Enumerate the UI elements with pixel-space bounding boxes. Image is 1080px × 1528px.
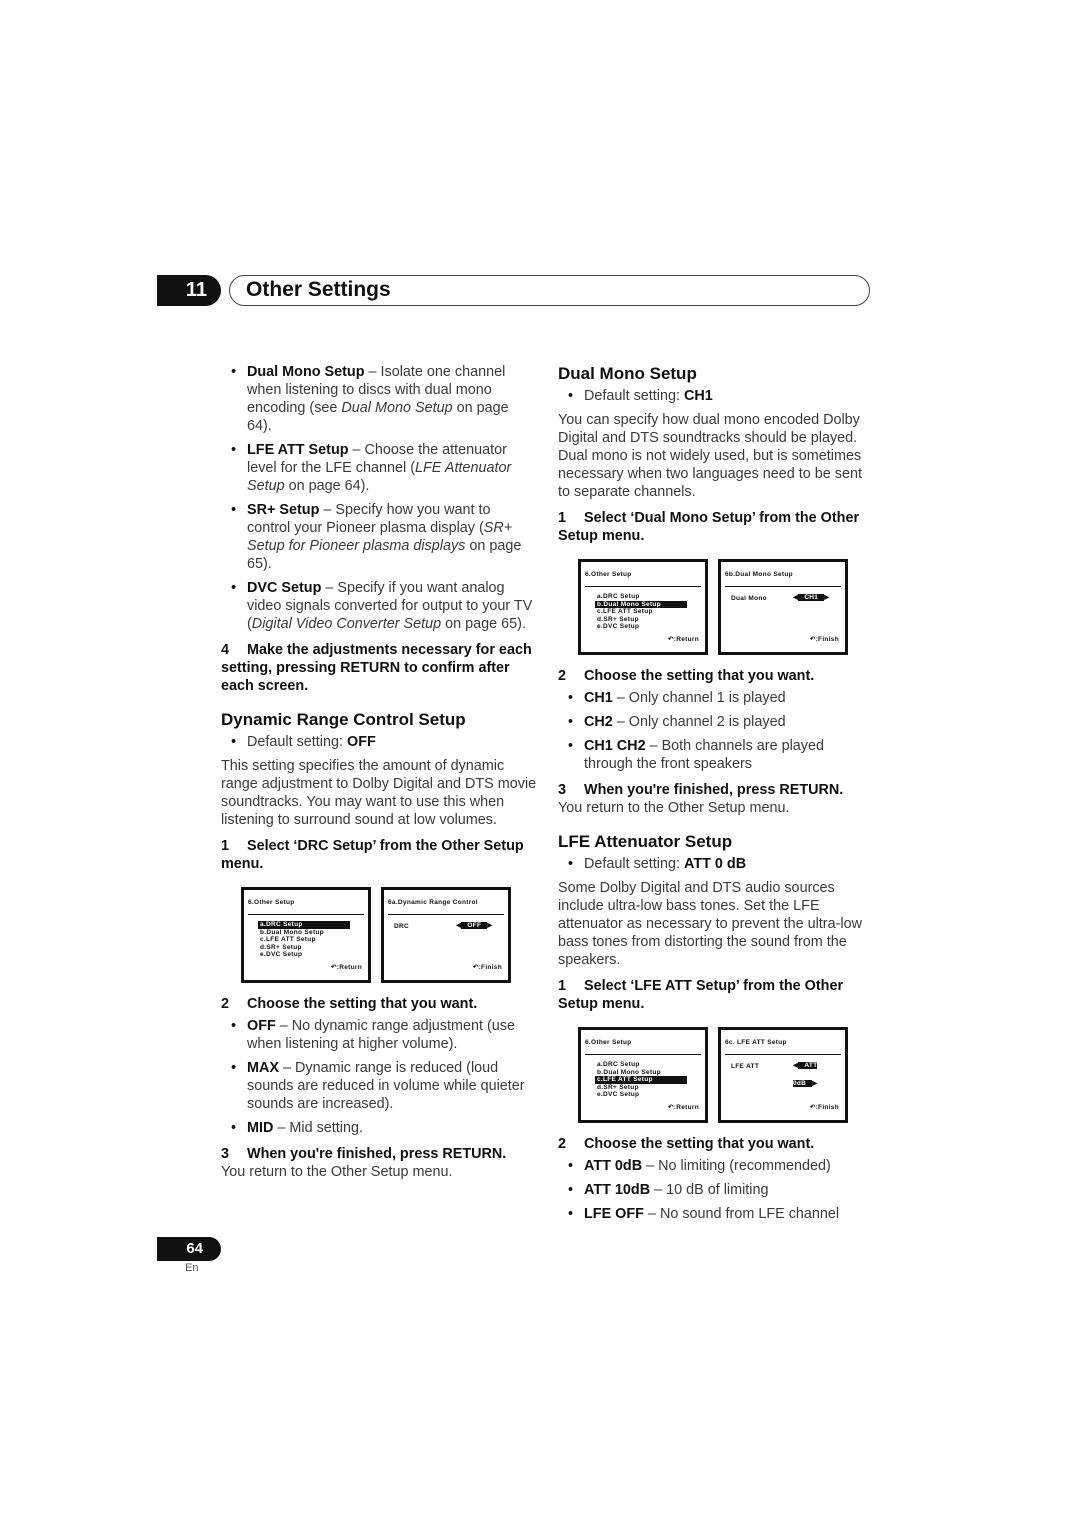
osd-menu-item: e.DVC Setup [260,951,303,958]
arrow-right-icon: ▶ [487,922,493,929]
osd-other-setup-screen: 6.Other Setup a.DRC Setup b.Dual Mono Setu… [578,559,708,655]
osd-menu-item: b.Dual Mono Setup [595,600,687,608]
drc-options: OFF – No dynamic range adjustment (use w… [221,1017,537,1137]
osd-setting-label: DRC [394,923,409,930]
osd-setting-row: DRC ◀ OFF ▶ [394,918,504,936]
osd-setting-row: LFE ATT ◀ ATT 0dB ▶ [731,1058,841,1087]
lfe-default: Default setting: ATT 0 dB [558,855,874,873]
osd-menu: a.DRC Setup b.Dual Mono Setup c.LFE ATT Se… [258,921,368,959]
osd-lfe-att-screen: 6c. LFE ATT Setup LFE ATT ◀ ATT 0dB ▶ ↶:Finis… [718,1027,848,1123]
arrow-right-icon: ▶ [824,594,830,601]
dual-mono-options: CH1 – Only channel 1 is played CH2 – Only… [558,689,874,773]
osd-menu-item: a.DRC Setup [597,593,640,600]
right-column: Dual Mono Setup Default setting: CH1 You… [558,363,874,1229]
osd-footer: ↶:Return [668,1104,699,1111]
osd-setting-value: CH1 [798,594,825,601]
osd-menu: a.DRC Setup b.Dual Mono Setup c.LFE ATT Se… [595,593,705,631]
intro-bullet: SR+ Setup – Specify how you want to cont… [221,501,537,573]
lfe-step-2: 2 Choose the setting that you want. [558,1136,815,1152]
osd-menu-item: b.Dual Mono Setup [597,1068,661,1076]
osd-title: 6c. LFE ATT Setup [725,1034,841,1055]
osd-drc-screen: 6a.Dynamic Range Control DRC ◀ OFF ▶ ↶:Finish [381,887,511,983]
dual-mono-screens: 6.Other Setup a.DRC Setup b.Dual Mono Setu… [578,559,874,655]
osd-setting-label: Dual Mono [731,595,767,602]
option-item: OFF – No dynamic range adjustment (use w… [221,1017,537,1053]
option-item: CH1 CH2 – Both channels are played throu… [558,737,874,773]
osd-other-setup-screen: 6.Other Setup a.DRC Setup b.Dual Mono Setu… [241,887,371,983]
intro-bullet: LFE ATT Setup – Choose the attenuator le… [221,441,537,495]
osd-footer: ↶:Finish [472,964,502,971]
osd-menu-item: d.SR+ Setup [597,615,639,623]
lfe-options: ATT 0dB – No limiting (recommended) ATT 1… [558,1157,874,1223]
osd-title: 6a.Dynamic Range Control [388,894,504,915]
drc-step-2: 2 Choose the setting that you want. [221,996,478,1012]
drc-screens: 6.Other Setup a.DRC Setup b.Dual Mono Setu… [241,887,537,983]
arrow-right-icon: ▶ [812,1080,818,1087]
option-item: CH2 – Only channel 2 is played [558,713,874,731]
osd-setting-value: OFF [461,922,488,929]
osd-title: 6.Other Setup [585,566,701,587]
lfe-heading: LFE Attenuator Setup [558,832,733,851]
osd-footer: ↶:Finish [809,1104,839,1111]
option-item: CH1 – Only channel 1 is played [558,689,874,707]
dual-mono-step-3: 3 When you're finished, press RETURN. [558,782,844,798]
dual-mono-default: Default setting: CH1 [558,387,874,405]
dual-mono-heading: Dual Mono Setup [558,364,697,383]
option-item: MID – Mid setting. [221,1119,537,1137]
osd-menu-item: c.LFE ATT Setup [595,1076,687,1084]
osd-title: 6.Other Setup [248,894,364,915]
drc-step-3: 3 When you're finished, press RETURN. [221,1146,507,1162]
osd-menu-item: d.SR+ Setup [260,943,302,951]
osd-setting-label: LFE ATT [731,1063,760,1070]
intro-bullet: Dual Mono Setup – Isolate one channel wh… [221,363,537,435]
osd-menu-item: b.Dual Mono Setup [260,928,324,936]
osd-other-setup-screen: 6.Other Setup a.DRC Setup b.Dual Mono Setu… [578,1027,708,1123]
osd-menu-item: e.DVC Setup [597,1091,640,1098]
language-label: En [185,1262,199,1274]
dual-mono-step-1: 1 Select ‘Dual Mono Setup’ from the Other… [558,510,860,544]
option-item: LFE OFF – No sound from LFE channel [558,1205,874,1223]
osd-setting-row: Dual Mono ◀ CH1 ▶ [731,590,841,608]
dual-mono-return-text: You return to the Other Setup menu. [558,800,790,816]
osd-menu-item: a.DRC Setup [597,1061,640,1068]
dual-mono-step-2: 2 Choose the setting that you want. [558,668,815,684]
lfe-body: Some Dolby Digital and DTS audio sources… [558,880,862,968]
option-item: ATT 0dB – No limiting (recommended) [558,1157,874,1175]
intro-bullets: Dual Mono Setup – Isolate one channel wh… [221,363,537,633]
osd-menu-item: a.DRC Setup [258,921,350,929]
option-item: ATT 10dB – 10 dB of limiting [558,1181,874,1199]
chapter-number: 11 [157,275,221,306]
intro-bullet: DVC Setup – Specify if you want analog v… [221,579,537,633]
osd-footer: ↶:Return [331,964,362,971]
option-item: MAX – Dynamic range is reduced (loud sou… [221,1059,537,1113]
page-number: 64 [157,1237,221,1261]
step-4: 4 Make the adjustments necessary for each… [221,642,532,694]
drc-return-text: You return to the Other Setup menu. [221,1164,453,1180]
drc-heading: Dynamic Range Control Setup [221,710,466,729]
osd-menu-item: c.LFE ATT Setup [260,936,316,943]
osd-menu-item: d.SR+ Setup [597,1083,639,1091]
osd-footer: ↶:Finish [809,636,839,643]
chapter-title: Other Settings [229,275,870,306]
osd-menu: a.DRC Setup b.Dual Mono Setup c.LFE ATT Se… [595,1061,705,1099]
osd-title: 6.Other Setup [585,1034,701,1055]
lfe-step-1: 1 Select ‘LFE ATT Setup’ from the Other S… [558,978,844,1012]
chapter-header: 11 Other Settings [157,275,870,306]
osd-menu-item: e.DVC Setup [597,623,640,630]
lfe-screens: 6.Other Setup a.DRC Setup b.Dual Mono Setu… [578,1027,874,1123]
drc-step-1: 1 Select ‘DRC Setup’ from the Other Setup… [221,838,524,872]
drc-body: This setting specifies the amount of dyn… [221,758,537,828]
dual-mono-body: You can specify how dual mono encoded Do… [558,412,863,500]
drc-default: Default setting: OFF [221,733,537,751]
osd-menu-item: c.LFE ATT Setup [597,608,653,615]
osd-footer: ↶:Return [668,636,699,643]
left-column: Dual Mono Setup – Isolate one channel wh… [221,363,537,1181]
osd-dual-mono-screen: 6b.Dual Mono Setup Dual Mono ◀ CH1 ▶ ↶:Finish [718,559,848,655]
osd-title: 6b.Dual Mono Setup [725,566,841,587]
